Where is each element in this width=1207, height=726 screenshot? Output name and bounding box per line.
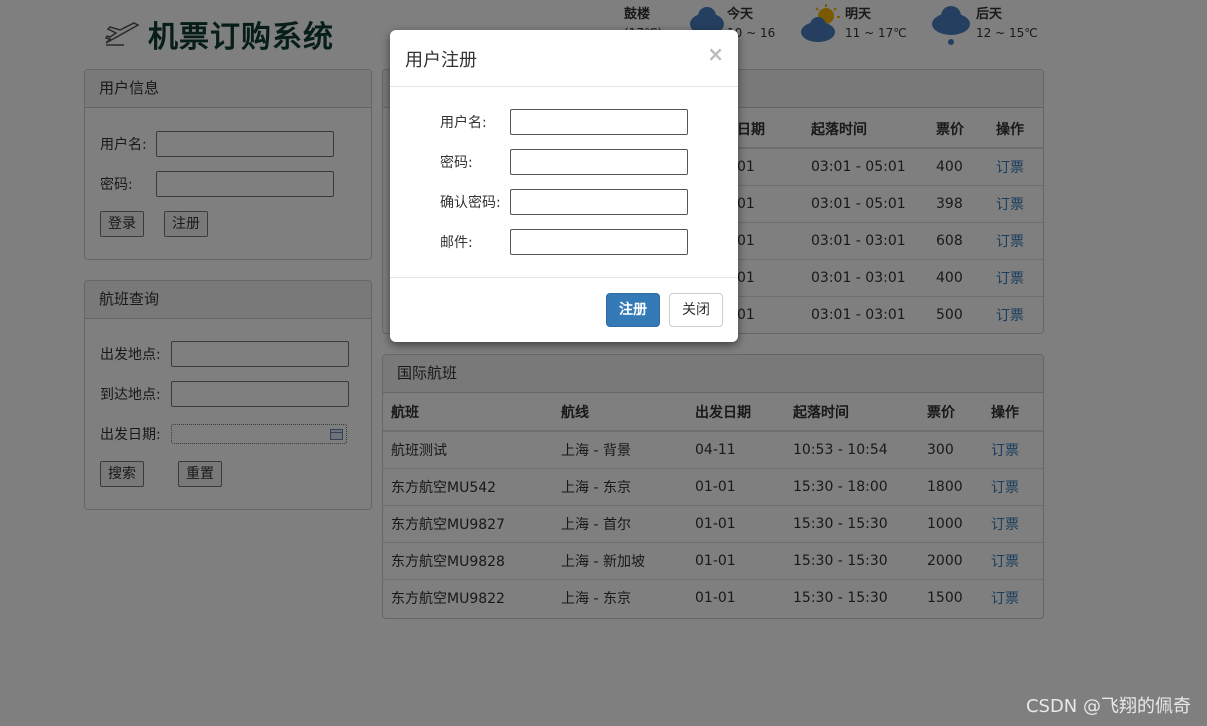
password-label: 密码: — [440, 155, 473, 171]
register-username-input[interactable] — [510, 109, 688, 135]
email-input[interactable] — [510, 229, 688, 255]
confirm-password-label: 确认密码: — [440, 195, 501, 211]
watermark: CSDN @飞翔的佩奇 — [1025, 696, 1191, 717]
close-modal-button[interactable]: 关闭 — [669, 293, 723, 327]
email-label: 邮件: — [440, 235, 473, 251]
username-label: 用户名: — [440, 115, 487, 131]
register-password-input[interactable] — [510, 149, 688, 175]
modal-title: 用户注册 — [405, 50, 477, 71]
confirm-password-input[interactable] — [510, 189, 688, 215]
submit-register-button[interactable]: 注册 — [606, 293, 660, 327]
close-icon[interactable]: × — [707, 42, 724, 66]
register-modal: 用户注册 × 用户名: 密码: 确认密码: 邮件: 注册 关闭 — [390, 30, 738, 342]
